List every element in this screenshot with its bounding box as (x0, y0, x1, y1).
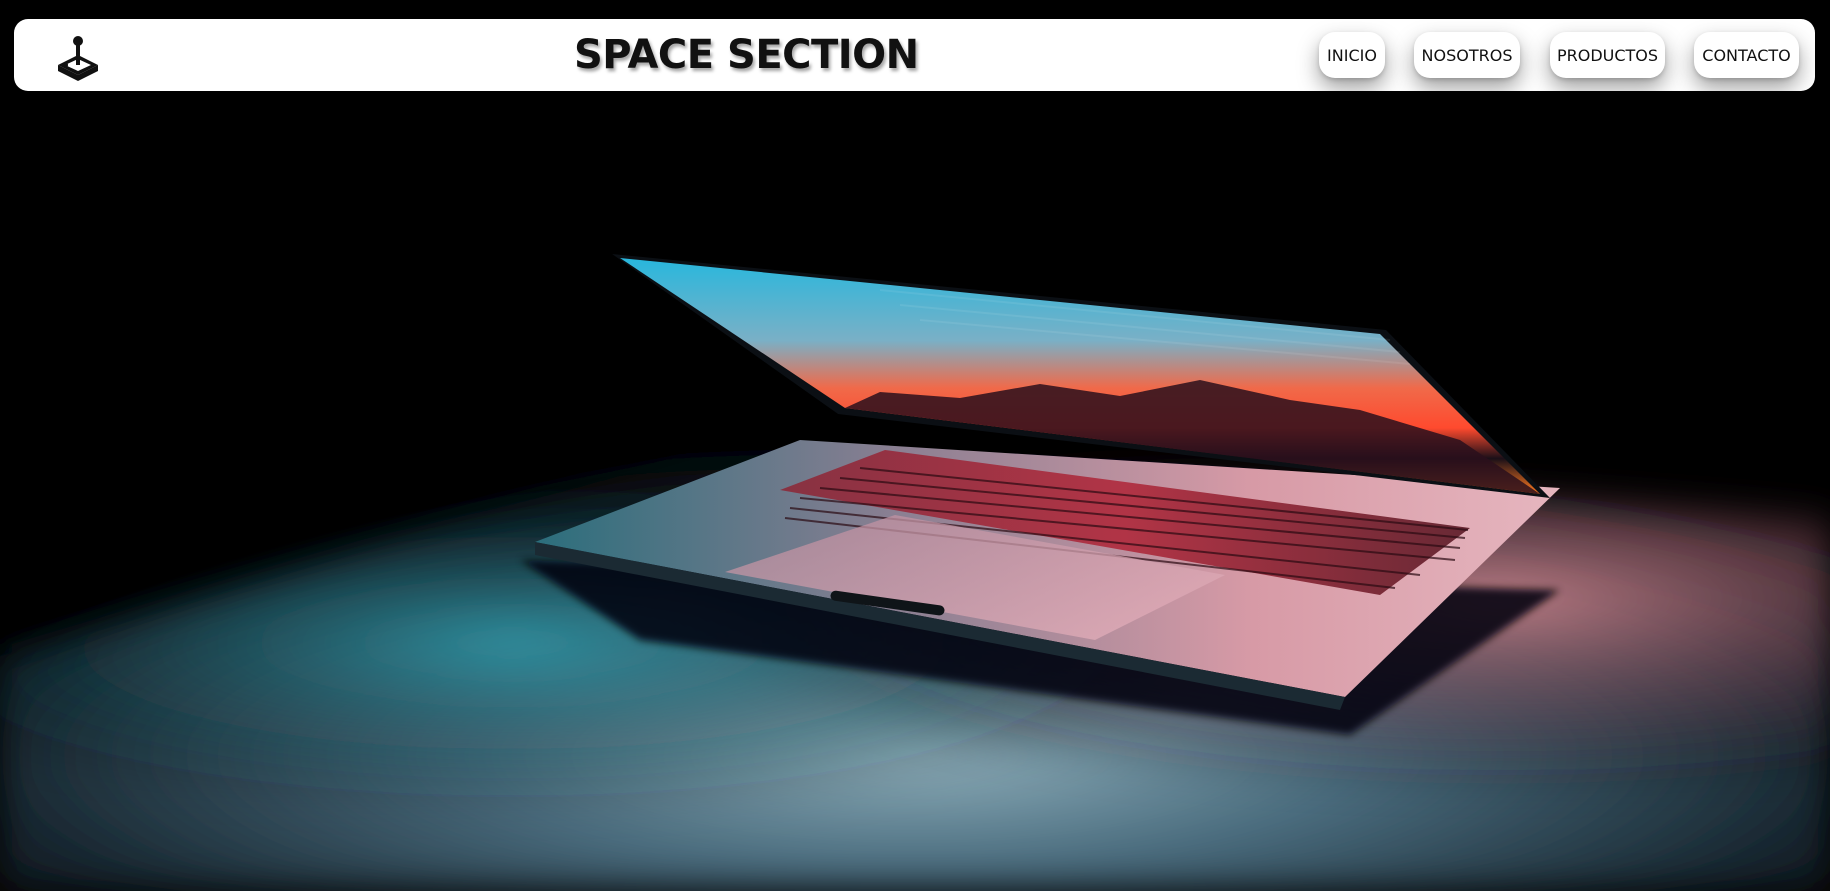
page: SPACE SECTION INICIO NOSOTROS PRODUCTOS … (0, 0, 1830, 891)
nav-nosotros-button[interactable]: NOSOTROS (1414, 32, 1520, 78)
nav-productos-button[interactable]: PRODUCTOS (1550, 32, 1665, 78)
nav-contacto-button[interactable]: CONTACTO (1694, 32, 1799, 78)
brand-title: SPACE SECTION (574, 32, 919, 78)
header-navbar: SPACE SECTION INICIO NOSOTROS PRODUCTOS … (14, 19, 1815, 91)
hero-image (0, 0, 1830, 891)
nav-inicio-button[interactable]: INICIO (1319, 32, 1385, 78)
laptop-illustration (0, 0, 1830, 891)
joystick-icon[interactable] (52, 31, 104, 83)
